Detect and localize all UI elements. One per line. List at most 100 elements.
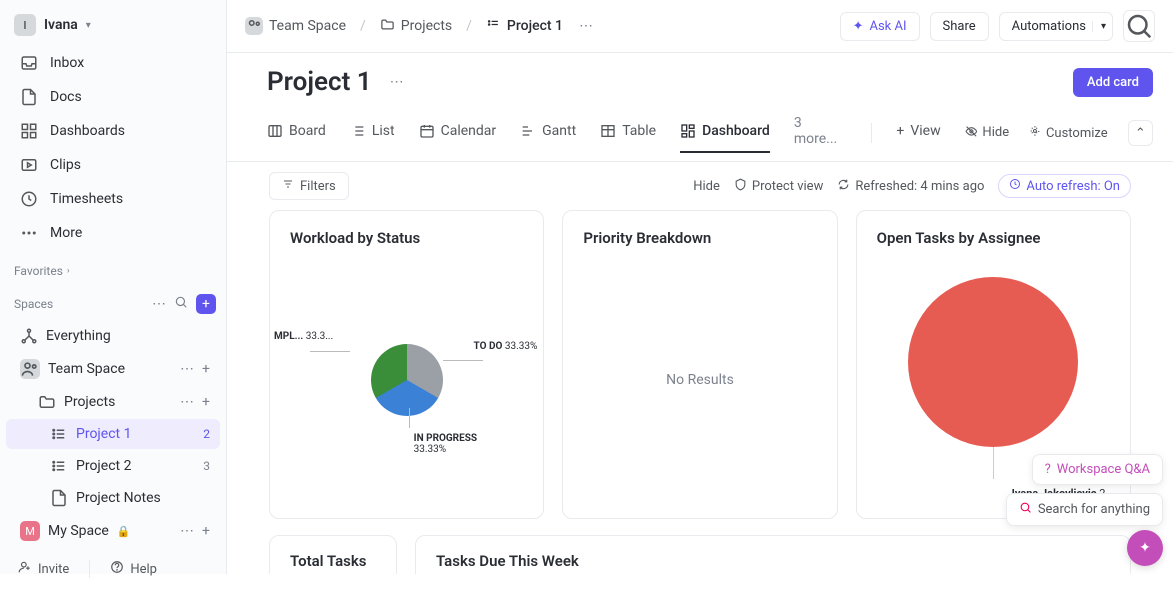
tab-label: Table	[622, 123, 656, 139]
ask-ai-button[interactable]: ✦ Ask AI	[840, 12, 920, 41]
tab-gantt[interactable]: Gantt	[520, 113, 576, 153]
tree-projects[interactable]: Projects ⋯ +	[6, 387, 220, 417]
customize-button[interactable]: Customize	[1029, 125, 1108, 141]
nav-dashboards[interactable]: Dashboards	[6, 115, 220, 147]
ai-icon: ✦	[1139, 540, 1151, 556]
tab-more[interactable]: 3 more...	[794, 105, 848, 161]
spaces-more-icon[interactable]: ⋯	[152, 296, 166, 312]
breadcrumb-current[interactable]: Project 1	[486, 17, 563, 36]
tab-calendar[interactable]: Calendar	[419, 113, 497, 153]
favorites-section[interactable]: Favorites ›	[0, 250, 226, 284]
tree-project-notes[interactable]: Project Notes	[6, 483, 220, 513]
nav-timesheets[interactable]: Timesheets	[6, 183, 220, 215]
link-label: Hide	[693, 179, 720, 194]
collapse-views-button[interactable]: ⌃	[1128, 120, 1153, 146]
nav-docs[interactable]: Docs	[6, 81, 220, 113]
nav-label: Dashboards	[50, 123, 125, 139]
tab-board[interactable]: Board	[267, 113, 326, 153]
tree-label: Everything	[46, 328, 111, 344]
add-space-button[interactable]: +	[196, 294, 216, 314]
tab-dashboard[interactable]: Dashboard	[680, 113, 770, 153]
button-label: Protect view	[752, 179, 823, 194]
ai-fab-button[interactable]: ✦	[1127, 530, 1163, 566]
hide-button[interactable]: Hide	[965, 125, 1009, 142]
dashboard-icon	[20, 122, 38, 140]
card-title: Total Tasks	[290, 552, 376, 570]
plus-icon[interactable]: +	[202, 361, 210, 377]
list-icon	[350, 123, 366, 139]
filter-icon	[282, 178, 294, 194]
invite-label: Invite	[38, 562, 69, 577]
button-label: Ask AI	[869, 19, 906, 34]
card-priority-breakdown[interactable]: Priority Breakdown No Results	[562, 210, 837, 519]
folder-icon	[38, 393, 56, 411]
button-label: Automations	[1012, 19, 1086, 34]
tree-everything[interactable]: Everything	[6, 321, 220, 351]
tree-label: Project 2	[76, 458, 131, 474]
invite-button[interactable]: Invite	[18, 560, 69, 578]
tree-project-2[interactable]: Project 2 3	[6, 451, 220, 481]
more-icon[interactable]: ⋯	[180, 361, 194, 377]
add-card-button[interactable]: Add card	[1073, 68, 1153, 97]
card-tasks-due-week[interactable]: Tasks Due This Week Status Collapse all …	[415, 535, 1131, 574]
user-menu[interactable]: I Ivana ▾	[0, 10, 226, 46]
help-button[interactable]: Help	[110, 560, 157, 578]
tab-table[interactable]: Table	[600, 113, 656, 153]
chevron-down-icon: ▾	[86, 20, 91, 31]
breadcrumb-folder[interactable]: Projects	[380, 17, 452, 36]
card-total-tasks[interactable]: Total Tasks	[269, 535, 397, 574]
search-icon[interactable]	[174, 295, 188, 313]
docs-icon	[20, 88, 38, 106]
button-label: Add card	[1087, 75, 1139, 90]
search-icon	[1124, 11, 1154, 41]
button-label: Filters	[300, 179, 336, 194]
global-search-button[interactable]: Search for anything	[1006, 493, 1163, 526]
tree-my-space[interactable]: M My Space 🔒 ⋯ +	[6, 515, 220, 547]
add-view-button[interactable]: +View	[896, 113, 940, 153]
refresh-status[interactable]: Refreshed: 4 mins ago	[837, 178, 984, 195]
network-icon	[20, 327, 38, 345]
nav-more[interactable]: More	[6, 217, 220, 249]
nav-inbox[interactable]: Inbox	[6, 47, 220, 79]
button-label: Hide	[982, 125, 1009, 140]
button-label: Search for anything	[1038, 502, 1150, 517]
nav-clips[interactable]: Clips	[6, 149, 220, 181]
auto-refresh-toggle[interactable]: Auto refresh: On	[998, 174, 1131, 198]
more-icon[interactable]: ⋯	[180, 523, 194, 539]
workspace-qa-button[interactable]: ?Workspace Q&A	[1032, 454, 1163, 485]
automations-button[interactable]: Automations ▾	[999, 12, 1113, 41]
folder-icon	[380, 17, 395, 36]
team-icon	[245, 17, 263, 35]
tab-label: List	[372, 123, 395, 139]
tab-list[interactable]: List	[350, 113, 395, 153]
plus-icon[interactable]: +	[202, 523, 210, 539]
hide-link[interactable]: Hide	[693, 179, 720, 194]
plus-icon[interactable]: +	[202, 394, 210, 410]
tab-label: Gantt	[542, 123, 576, 139]
doc-icon	[50, 489, 68, 507]
breadcrumb-separator: /	[466, 18, 472, 34]
breadcrumb-space[interactable]: Team Space	[245, 17, 346, 35]
breadcrumb-label: Projects	[401, 18, 452, 34]
card-workload-by-status[interactable]: Workload by Status MPL... 33.3... TO DO …	[269, 210, 544, 519]
card-title: Tasks Due This Week	[436, 552, 1110, 570]
tab-label: Dashboard	[702, 123, 770, 139]
calendar-icon	[419, 123, 435, 139]
refresh-icon	[837, 178, 850, 195]
eye-off-icon	[965, 125, 978, 142]
more-icon[interactable]: ⋯	[180, 394, 194, 410]
tree-project-1[interactable]: Project 1 2	[6, 419, 220, 449]
page-title-more-icon[interactable]: ⋯	[390, 74, 404, 90]
board-icon	[267, 123, 283, 139]
search-button[interactable]	[1123, 10, 1155, 42]
protect-view-button[interactable]: Protect view	[734, 178, 823, 195]
empty-state: No Results	[583, 259, 816, 500]
filters-button[interactable]: Filters	[269, 172, 349, 200]
tab-label: View	[910, 123, 940, 139]
tree-team-space[interactable]: Team Space ⋯ +	[6, 353, 220, 385]
gear-icon	[1029, 125, 1041, 141]
share-button[interactable]: Share	[930, 12, 989, 41]
toggle-label: Auto refresh: On	[1026, 179, 1120, 194]
breadcrumb-more-icon[interactable]: ⋯	[579, 18, 593, 34]
chevron-right-icon: ›	[67, 266, 70, 276]
